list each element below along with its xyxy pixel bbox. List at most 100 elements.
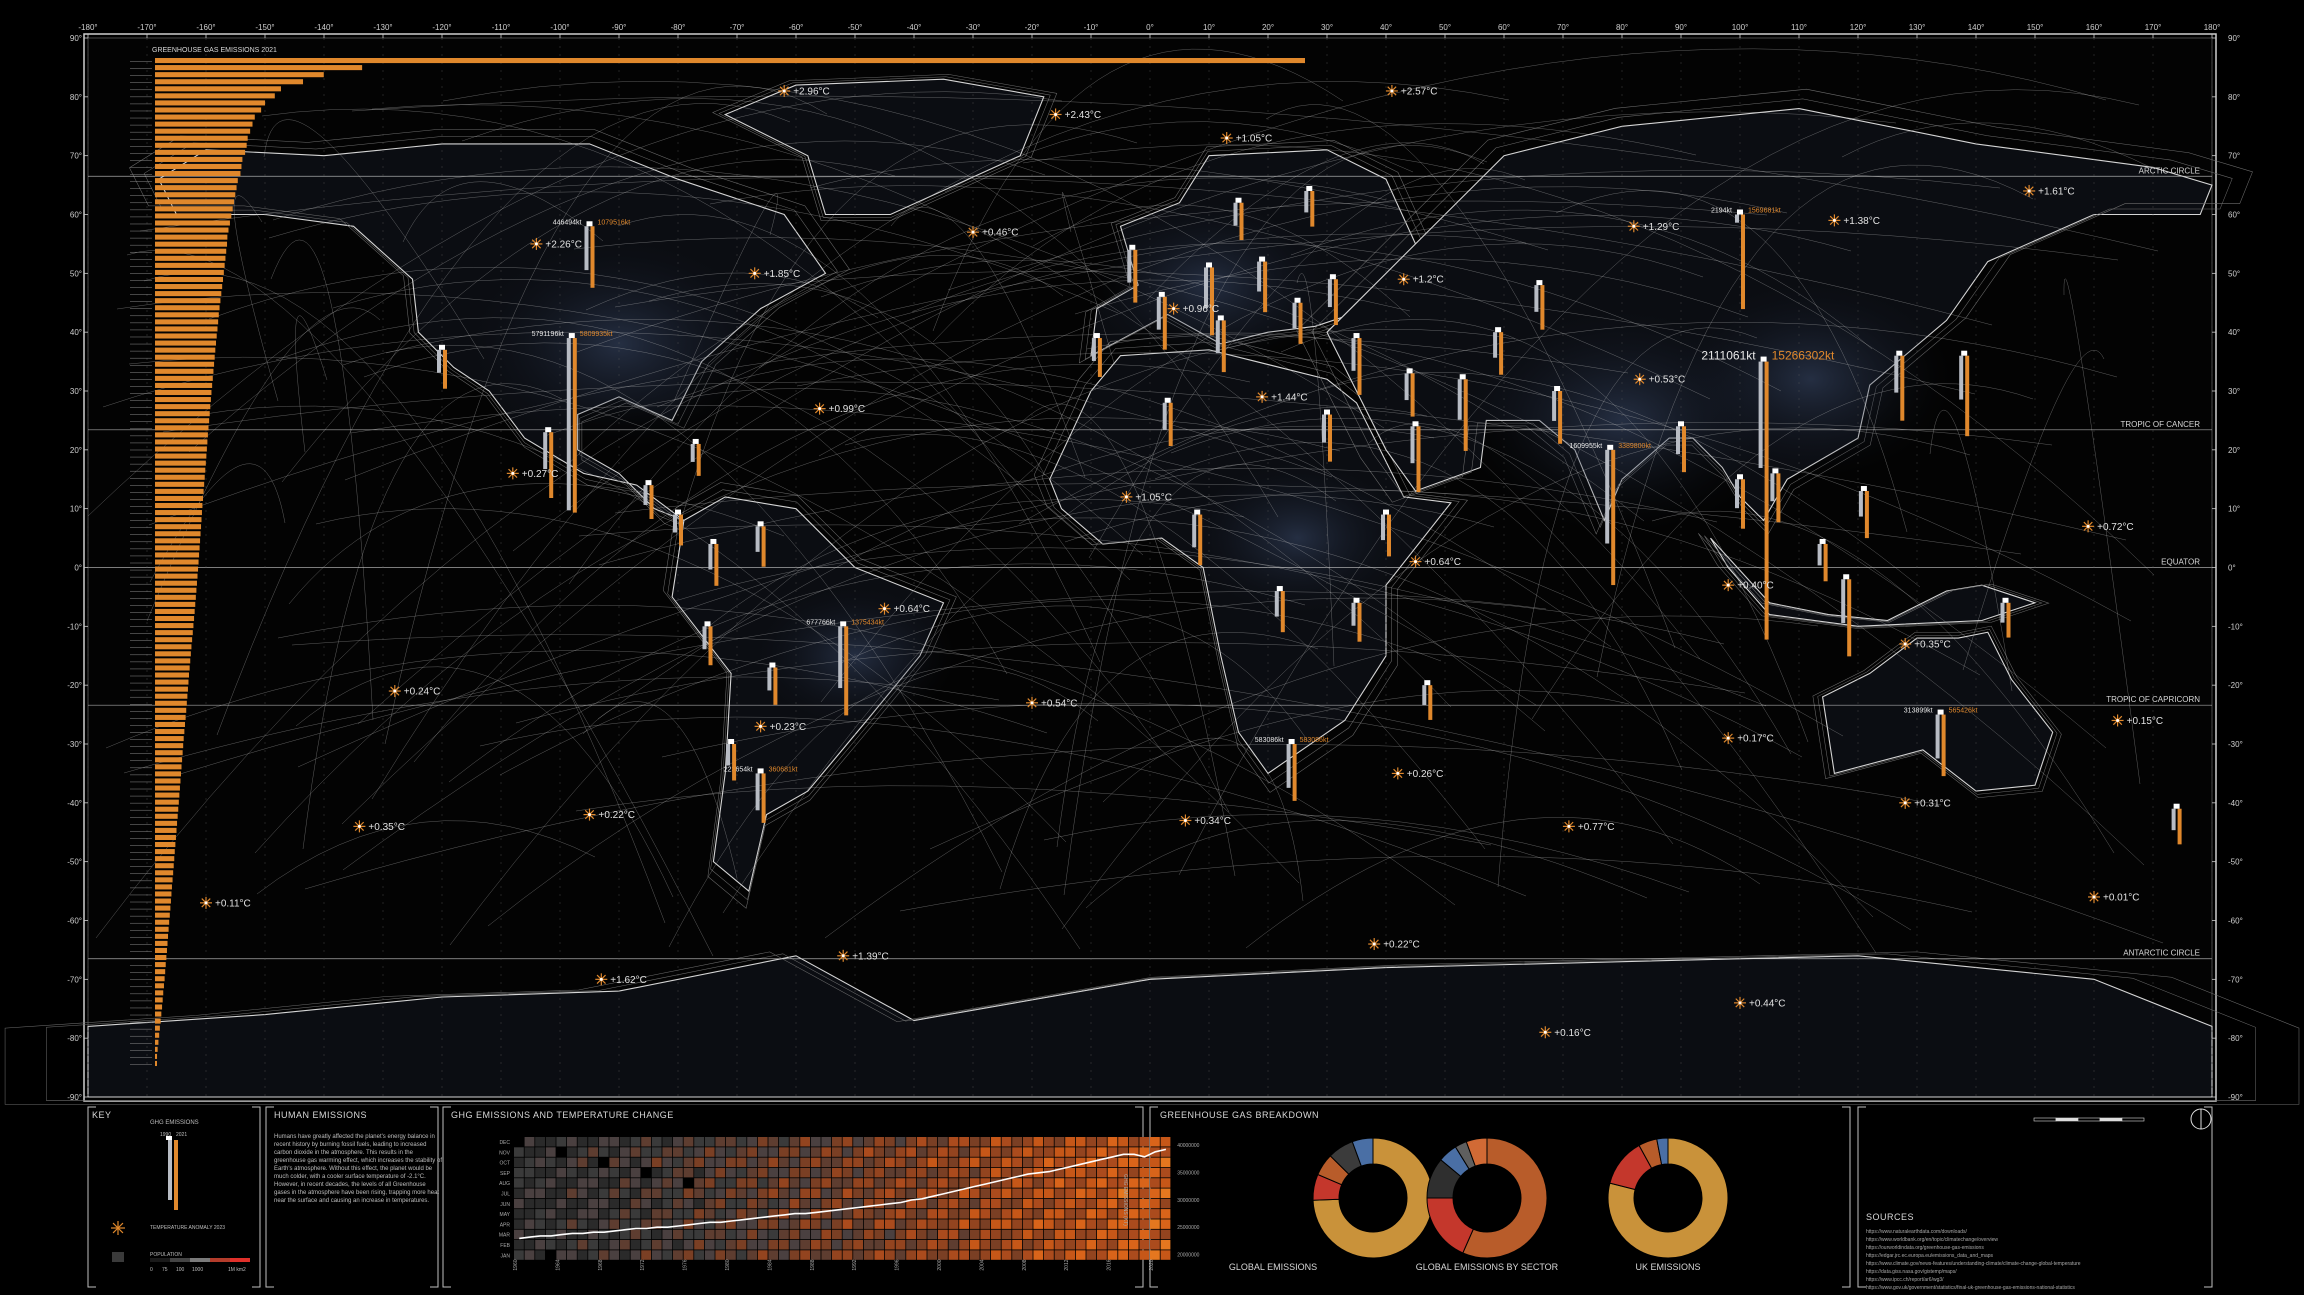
heatmap-cell <box>577 1219 588 1229</box>
marker-dot <box>2116 718 2120 722</box>
heatmap-cell <box>1054 1178 1065 1188</box>
bar-cap <box>1678 421 1684 427</box>
source-link[interactable]: https://www.gov.uk/government/statistics… <box>1866 1284 2196 1292</box>
heatmap-cell <box>874 1219 885 1229</box>
source-link[interactable]: https://www.naturalearthdata.com/downloa… <box>1866 1228 2196 1236</box>
heatmap-cell <box>535 1147 545 1157</box>
heatmap-cell <box>779 1137 789 1147</box>
heatmap-cell <box>874 1147 885 1157</box>
heatmap-cell <box>885 1188 895 1198</box>
bar-cap <box>1424 680 1431 686</box>
ghg-bar-grey <box>2000 602 2005 623</box>
ranking-bar <box>155 382 213 388</box>
ranking-bar <box>155 474 205 480</box>
heatmap-cell <box>662 1198 673 1209</box>
heatmap-cell <box>757 1178 768 1188</box>
marker-dot <box>1638 377 1642 381</box>
lon-tick-label: -40° <box>907 23 922 32</box>
lon-tick-label: 0° <box>1146 23 1154 32</box>
ranking-bar <box>155 707 187 713</box>
donut-hole <box>1454 1165 1520 1231</box>
ranking-bar <box>155 93 275 99</box>
ghg-bar-orange <box>1333 279 1338 326</box>
heatmap-cell <box>1107 1137 1118 1147</box>
heatmap-cell <box>567 1209 577 1219</box>
heatmap-cell <box>683 1137 694 1147</box>
heatmap-cell <box>821 1147 832 1157</box>
heatmap-cell <box>969 1219 980 1229</box>
heatmap-cell <box>1128 1250 1139 1260</box>
heatmap-cell <box>980 1240 991 1250</box>
lon-tick-label: 40° <box>1380 23 1392 32</box>
heatmap-cell <box>948 1178 959 1188</box>
heatmap-cell <box>916 1219 927 1229</box>
bar-cap <box>545 427 552 433</box>
heatmap-col-label: 1996 <box>895 1259 901 1270</box>
heatmap-cell <box>747 1188 757 1198</box>
heatmap-cell <box>1012 1137 1022 1147</box>
temperature-label: +2.26°C <box>545 239 582 250</box>
bar-label-grey: 313899kt <box>1904 708 1933 715</box>
heatmap-cell <box>927 1147 938 1157</box>
heatmap-cell <box>651 1198 662 1209</box>
source-link[interactable]: https://www.worldbank.org/en/topic/clima… <box>1866 1236 2196 1244</box>
ghg-bar-grey <box>1292 302 1297 329</box>
heatmap-cell <box>980 1209 991 1219</box>
heatmap-cell <box>1022 1157 1033 1168</box>
heatmap-cell <box>1118 1250 1128 1260</box>
heatmap-cell <box>1044 1229 1054 1240</box>
heatmap-cell <box>779 1250 789 1260</box>
source-link[interactable]: https://data.giss.nasa.gov/gistemp/maps/ <box>1866 1268 2196 1276</box>
ranking-bar <box>155 566 199 572</box>
marker-dot <box>1124 495 1128 499</box>
ranking-bar <box>155 771 182 777</box>
ranking-bar <box>155 298 221 304</box>
heatmap-cell <box>524 1147 535 1157</box>
marker-dot <box>1396 771 1400 775</box>
donut-hole <box>1635 1165 1701 1231</box>
ghg-bar-grey <box>1404 373 1409 401</box>
heatmap-cell <box>800 1219 810 1229</box>
heatmap-cell <box>598 1188 609 1198</box>
heatmap-cell <box>535 1188 545 1198</box>
heatmap-cell <box>885 1250 895 1260</box>
heatmap-cell <box>991 1240 1001 1250</box>
ranking-bar <box>155 736 184 742</box>
heatmap-cell <box>938 1209 948 1219</box>
source-link[interactable]: https://edgar.jrc.ec.europa.eu/emissions… <box>1866 1252 2196 1260</box>
heatmap-cell <box>577 1188 588 1198</box>
heatmap-cell <box>588 1147 598 1157</box>
heatmap-cell <box>704 1188 715 1198</box>
ghg-bar-grey <box>566 338 571 511</box>
lon-tick-label: -50° <box>848 23 863 32</box>
heatmap-cell <box>810 1229 821 1240</box>
ghg-bar-orange <box>732 744 737 781</box>
bar-cap <box>1324 409 1330 415</box>
heatmap-cell <box>842 1240 853 1250</box>
bar-label-grey: 677766kt <box>806 619 835 626</box>
heatmap-cell <box>704 1178 715 1188</box>
heatmap-cell <box>630 1250 641 1260</box>
heatmap-cell <box>545 1198 556 1209</box>
lat-tick-label: -40° <box>67 799 82 808</box>
source-link[interactable]: https://www.climate.gov/news-features/un… <box>1866 1260 2196 1268</box>
source-link[interactable]: https://www.ipcc.ch/report/ar6/wg3/ <box>1866 1276 2196 1284</box>
heatmap-cell <box>779 1167 789 1178</box>
heatmap-cell <box>832 1178 842 1188</box>
bar-cap <box>1353 597 1360 603</box>
heatmap-cell <box>662 1229 673 1240</box>
heatmap-cell <box>704 1209 715 1219</box>
heatmap-cell <box>556 1137 567 1147</box>
ghg-bar-grey <box>1351 338 1356 371</box>
lat-tick-label: 70° <box>70 152 82 161</box>
source-link[interactable]: https://ourworldindata.org/greenhouse-ga… <box>1866 1244 2196 1252</box>
ranking-bar <box>155 672 189 678</box>
heatmap-cell <box>715 1188 726 1198</box>
heatmap-cell <box>789 1137 800 1147</box>
ghg-bar-grey <box>1304 190 1309 213</box>
heatmap-cell <box>969 1137 980 1147</box>
heatmap-cell <box>1107 1240 1118 1250</box>
heatmap-cell <box>842 1198 853 1209</box>
heatmap-cell <box>704 1250 715 1260</box>
heatmap-cell <box>535 1209 545 1219</box>
